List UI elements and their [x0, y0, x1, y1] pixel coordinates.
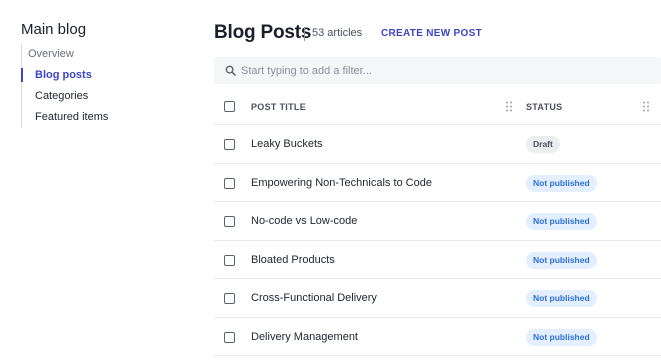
sidebar: Main blog Overview Blog posts Categories…	[0, 0, 200, 363]
post-title[interactable]: No-code vs Low-code	[251, 215, 357, 227]
status-badge: Not published	[526, 174, 597, 192]
status-badge: Not published	[526, 290, 597, 307]
status-badge: Not published	[526, 213, 597, 230]
post-title[interactable]: Empowering Non-Technicals to Code	[251, 177, 432, 189]
table-row[interactable]: Leaky Buckets Draft	[214, 125, 661, 164]
active-indicator	[21, 68, 23, 82]
table-row[interactable]: Delivery Management Not published	[214, 318, 661, 356]
row-checkbox[interactable]	[224, 139, 235, 150]
sidebar-item-categories[interactable]: Categories	[35, 86, 88, 106]
row-checkbox[interactable]	[224, 177, 235, 189]
sidebar-nav: Overview Blog posts Categories Featured …	[21, 44, 181, 128]
article-count: 53 articles	[312, 27, 363, 39]
select-all-checkbox[interactable]	[224, 101, 235, 112]
sidebar-item-overview[interactable]: Overview	[28, 44, 74, 64]
status-badge: Not published	[526, 328, 597, 346]
drag-handle-icon[interactable]	[642, 101, 650, 112]
filter-bar[interactable]	[214, 57, 661, 84]
row-checkbox[interactable]	[224, 254, 235, 266]
row-checkbox[interactable]	[224, 216, 235, 227]
column-header-status[interactable]: STATUS	[526, 102, 562, 112]
page-title: Blog Posts	[214, 22, 312, 43]
drag-handle-icon[interactable]	[505, 101, 513, 112]
title-divider	[304, 27, 305, 41]
post-title[interactable]: Cross-Functional Delivery	[251, 292, 377, 304]
table-row[interactable]: Empowering Non-Technicals to Code Not pu…	[214, 164, 661, 202]
table-row[interactable]: No-code vs Low-code Not published	[214, 202, 661, 241]
table-header-row: POST TITLE STATUS	[214, 88, 661, 125]
sidebar-title: Main blog	[21, 21, 87, 38]
table-row[interactable]: Bloated Products Not published	[214, 241, 661, 279]
column-header-post-title[interactable]: POST TITLE	[251, 102, 306, 112]
search-icon	[225, 65, 236, 76]
filter-input[interactable]	[241, 57, 641, 84]
sidebar-item-featured-items[interactable]: Featured items	[35, 107, 108, 127]
sidebar-item-blog-posts[interactable]: Blog posts	[35, 65, 92, 85]
post-title[interactable]: Leaky Buckets	[251, 138, 323, 150]
post-title[interactable]: Bloated Products	[251, 254, 335, 266]
status-badge: Draft	[526, 136, 560, 153]
row-checkbox[interactable]	[224, 293, 235, 304]
table-row[interactable]: Cross-Functional Delivery Not published	[214, 279, 661, 318]
status-badge: Not published	[526, 251, 597, 269]
posts-table: POST TITLE STATUS Leaky Buckets Draft Em…	[214, 88, 661, 356]
post-title[interactable]: Delivery Management	[251, 331, 358, 343]
create-new-post-button[interactable]: CREATE NEW POST	[381, 28, 482, 39]
row-checkbox[interactable]	[224, 331, 235, 343]
